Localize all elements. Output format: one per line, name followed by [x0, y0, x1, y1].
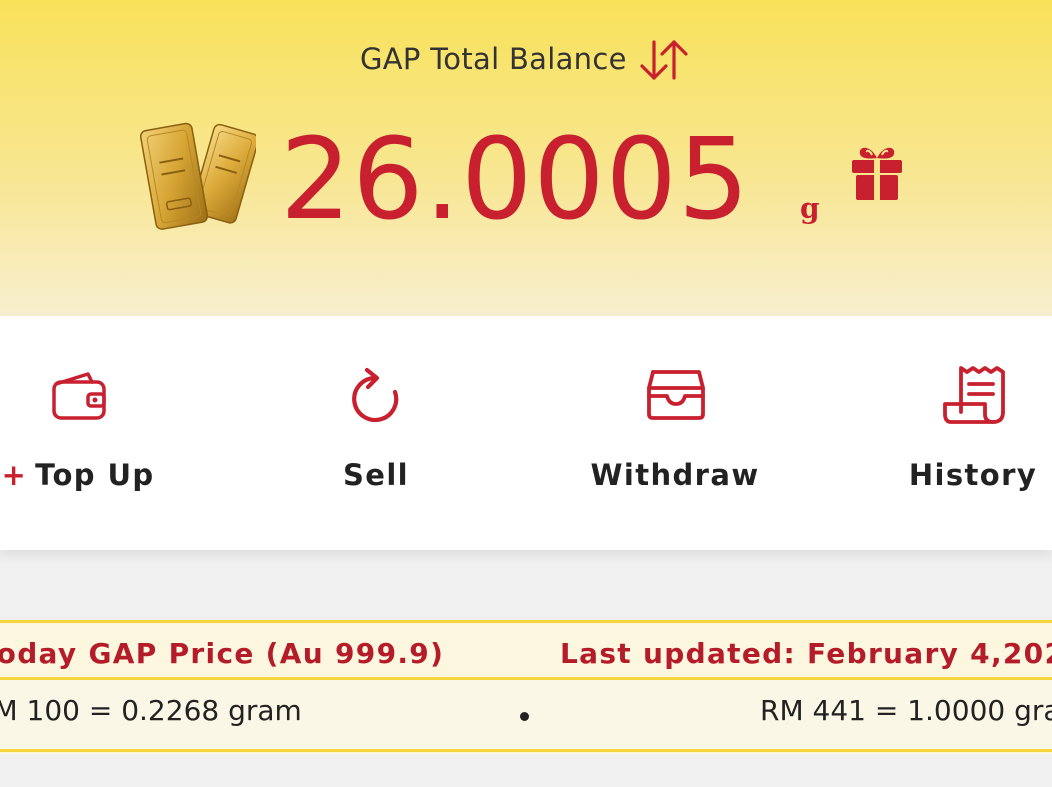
history-label: History: [908, 458, 1038, 492]
title-row: GAP Total Balance: [0, 36, 1052, 86]
price-ticker: Today GAP Price (Au 999.9) Last updated:…: [0, 620, 1052, 754]
balance-unit: g: [800, 192, 820, 225]
withdraw-button[interactable]: Withdraw: [545, 316, 805, 550]
balance-header: GAP Total Balance 26.0005 g: [0, 0, 1052, 316]
balance-value: 26.0005: [280, 115, 751, 245]
wallet-icon: [52, 372, 106, 420]
rate-left: RM 100 = 0.2268 gram: [0, 694, 302, 727]
top-up-label: + Top Up: [0, 458, 208, 492]
history-button[interactable]: History: [843, 316, 1052, 550]
gift-icon[interactable]: [848, 140, 906, 202]
last-updated: Last updated: February 4,202: [560, 637, 1052, 670]
balance-title: GAP Total Balance: [360, 42, 627, 76]
top-up-text: Top Up: [35, 458, 155, 492]
swap-arrows-icon[interactable]: [638, 38, 690, 82]
price-header: Today GAP Price (Au 999.9) Last updated:…: [0, 620, 1052, 680]
action-bar: + Top Up Sell Withdraw History: [0, 316, 1052, 550]
withdraw-label: Withdraw: [590, 458, 760, 492]
plus-icon: +: [1, 458, 28, 492]
receipt-icon: [943, 366, 1005, 424]
gold-bars-image: [140, 122, 256, 230]
refresh-icon: [352, 367, 399, 423]
sell-button[interactable]: Sell: [246, 316, 506, 550]
top-up-button[interactable]: + Top Up: [0, 316, 208, 550]
price-heading: Today GAP Price (Au 999.9): [0, 637, 445, 670]
separator-dot: [520, 712, 529, 721]
sell-label: Sell: [342, 458, 410, 492]
rate-right: RM 441 = 1.0000 gram: [760, 694, 1052, 727]
inbox-tray-icon: [647, 370, 705, 420]
price-rates: RM 100 = 0.2268 gram RM 441 = 1.0000 gra…: [0, 680, 1052, 752]
